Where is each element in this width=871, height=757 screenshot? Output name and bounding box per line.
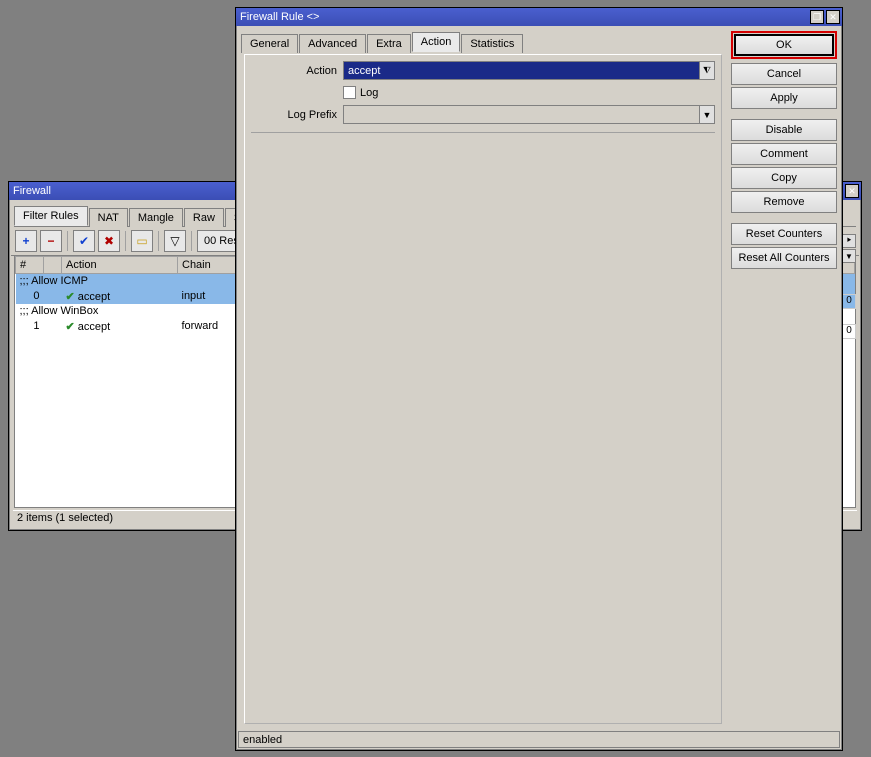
copy-button[interactable]: Copy xyxy=(731,167,837,189)
restore-icon[interactable]: ❐ xyxy=(810,10,824,24)
log-checkbox[interactable] xyxy=(343,86,356,99)
enable-button[interactable]: ✔ xyxy=(73,230,95,252)
comment-button[interactable]: ▭ xyxy=(131,230,153,252)
scroll-arrow-group: ⯈ ▼ xyxy=(842,234,856,264)
rule-status: enabled xyxy=(238,731,840,748)
col-number[interactable]: # xyxy=(16,257,44,274)
action-label: Action xyxy=(251,65,343,77)
disable-button[interactable]: Disable xyxy=(731,119,837,141)
tab-nat[interactable]: NAT xyxy=(89,208,128,227)
cancel-button[interactable]: Cancel xyxy=(731,63,837,85)
ok-highlight: OK xyxy=(731,31,837,59)
log-prefix-dropdown-button[interactable]: ▼ xyxy=(699,105,715,124)
tab-mangle[interactable]: Mangle xyxy=(129,208,183,227)
col-action[interactable]: Action xyxy=(62,257,178,274)
col-flag[interactable] xyxy=(44,257,62,274)
counter-cell: 0 xyxy=(842,294,856,309)
rule-buttons: OK Cancel Apply Disable Comment Copy Rem… xyxy=(728,28,840,730)
log-prefix-input[interactable] xyxy=(343,105,700,124)
close-icon[interactable]: ✕ xyxy=(826,10,840,24)
add-button[interactable]: + xyxy=(15,230,37,252)
rule-titlebar[interactable]: Firewall Rule <> ❐ ✕ xyxy=(236,8,842,26)
action-dropdown-button[interactable]: ⧨ xyxy=(699,61,715,80)
tab-raw[interactable]: Raw xyxy=(184,208,224,227)
log-label: Log xyxy=(360,87,378,99)
close-icon[interactable]: ✕ xyxy=(845,184,859,198)
counter-cell: 0 xyxy=(842,324,856,339)
tab-statistics[interactable]: Statistics xyxy=(461,34,523,53)
rule-panel: Action accept ⧨ Log Log Prefix ▼ xyxy=(244,54,722,724)
reset-counters-button[interactable]: Reset Counters xyxy=(731,223,837,245)
remove-rule-button[interactable]: Remove xyxy=(731,191,837,213)
log-checkbox-wrap[interactable]: Log xyxy=(343,86,378,99)
right-counter-cells: 0 0 xyxy=(842,264,856,339)
ok-button[interactable]: OK xyxy=(734,34,834,56)
rule-left-panel: General Advanced Extra Action Statistics… xyxy=(238,28,728,730)
disable-button[interactable]: ✖ xyxy=(98,230,120,252)
rule-title: Firewall Rule <> xyxy=(240,11,808,23)
tab-general[interactable]: General xyxy=(241,34,298,53)
log-prefix-label: Log Prefix xyxy=(251,109,343,121)
tab-extra[interactable]: Extra xyxy=(367,34,411,53)
remove-button[interactable]: − xyxy=(40,230,62,252)
tab-filter-rules[interactable]: Filter Rules xyxy=(14,206,88,226)
action-select[interactable]: accept xyxy=(343,61,700,80)
apply-button[interactable]: Apply xyxy=(731,87,837,109)
tab-advanced[interactable]: Advanced xyxy=(299,34,366,53)
firewall-rule-dialog: Firewall Rule <> ❐ ✕ General Advanced Ex… xyxy=(235,7,843,751)
reset-all-counters-button[interactable]: Reset All Counters xyxy=(731,247,837,269)
rule-tabs: General Advanced Extra Action Statistics xyxy=(238,28,728,52)
dropdown-button[interactable]: ▼ xyxy=(842,249,856,263)
scroll-button[interactable]: ⯈ xyxy=(842,234,856,248)
filter-button[interactable]: ▽ xyxy=(164,230,186,252)
tab-action[interactable]: Action xyxy=(412,32,461,52)
comment-button[interactable]: Comment xyxy=(731,143,837,165)
